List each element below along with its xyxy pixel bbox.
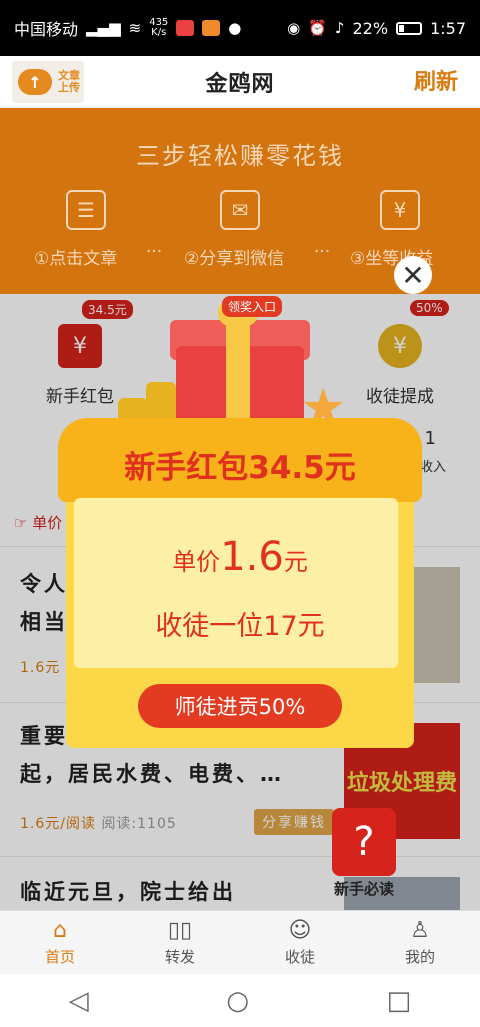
back-icon[interactable]: ◁ bbox=[69, 986, 89, 1016]
battery-percent: 22% bbox=[352, 18, 389, 38]
alarm-icon: ⏰ bbox=[308, 19, 327, 37]
help-icon[interactable]: ? bbox=[332, 808, 396, 876]
tab-forward[interactable]: ▯▯ 转发 bbox=[120, 911, 240, 974]
bottom-tab-bar: ⌂ 首页 ▯▯ 转发 ☺ 收徒 ♙ 我的 bbox=[0, 910, 480, 974]
page-title: 金鸥网 bbox=[205, 71, 275, 97]
mute-icon: ♪ bbox=[334, 19, 345, 37]
tab-label: 首页 bbox=[44, 948, 75, 966]
chat-icon: ● bbox=[228, 19, 242, 37]
master-tribute-button[interactable]: 师徒进贡50% bbox=[138, 684, 342, 728]
upload-label: 文章上传 bbox=[58, 69, 80, 94]
tab-mine[interactable]: ♙ 我的 bbox=[360, 911, 480, 974]
refresh-button[interactable]: 刷新 bbox=[414, 64, 458, 96]
popup-title: 新手红包34.5元 bbox=[124, 450, 356, 486]
help-label[interactable]: 新手必读 bbox=[324, 878, 404, 899]
recents-icon[interactable]: □ bbox=[387, 986, 412, 1016]
step-separator: ··· bbox=[146, 242, 163, 262]
tab-apprentice[interactable]: ☺ 收徒 bbox=[240, 911, 360, 974]
clock: 1:57 bbox=[430, 18, 466, 38]
status-bar: 中国移动 ▂▄▆ ≋ 435 K/s ● ◉ ⏰ ♪ 22% 1:57 bbox=[0, 0, 480, 56]
step-label: ②分享到微信 bbox=[184, 249, 285, 269]
tab-label: 我的 bbox=[404, 948, 435, 966]
signal-icon: ▂▄▆ bbox=[86, 19, 121, 37]
book-icon: ▯▯ bbox=[167, 918, 193, 943]
cloud-upload-icon: ↑ bbox=[18, 69, 52, 95]
app-notification-icon bbox=[202, 20, 221, 36]
step-separator: ··· bbox=[314, 242, 331, 262]
wifi-icon: ≋ bbox=[128, 19, 142, 37]
network-speed: 435 K/s bbox=[149, 17, 169, 38]
home-circle-icon[interactable]: ○ bbox=[226, 986, 249, 1016]
app-header: ↑ 文章上传 金鸥网 刷新 bbox=[0, 56, 480, 108]
step-label: ①点击文章 bbox=[34, 249, 118, 269]
person-icon: ♙ bbox=[410, 918, 430, 943]
popup-unit-price: 单价1.6元 bbox=[172, 534, 308, 580]
document-icon: ☰ bbox=[66, 190, 106, 230]
battery-icon bbox=[396, 21, 423, 35]
popup-apprentice-reward: 收徒一位17元 bbox=[155, 611, 325, 642]
app-notification-icon bbox=[176, 20, 195, 36]
tab-label: 收徒 bbox=[284, 948, 315, 966]
eye-icon: ◉ bbox=[287, 19, 301, 37]
system-nav-bar: ◁ ○ □ bbox=[0, 974, 480, 1027]
tab-home[interactable]: ⌂ 首页 bbox=[0, 911, 120, 974]
reward-entry-badge[interactable]: 领奖入口 bbox=[222, 296, 283, 317]
close-icon[interactable]: ✕ bbox=[394, 256, 432, 294]
yen-icon: ¥ bbox=[380, 190, 420, 230]
user-add-icon: ☺ bbox=[288, 918, 312, 943]
wechat-icon: ✉ bbox=[220, 190, 260, 230]
tab-label: 转发 bbox=[164, 948, 195, 966]
home-icon: ⌂ bbox=[53, 918, 67, 943]
upload-article-button[interactable]: ↑ 文章上传 bbox=[12, 61, 84, 103]
carrier-label: 中国移动 bbox=[14, 20, 79, 39]
banner-title: 三步轻松赚零花钱 bbox=[136, 142, 344, 170]
